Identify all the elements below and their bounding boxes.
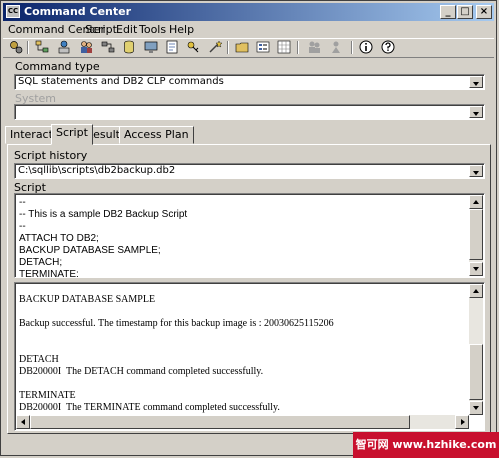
chevron-down-icon[interactable] [469, 165, 483, 177]
output-vertical-scrollbar[interactable] [469, 284, 483, 415]
toolbar-separator [297, 41, 299, 54]
scroll-thumb[interactable] [469, 209, 483, 260]
script-line: BACKUP DATABASE SAMPLE; [19, 245, 161, 256]
script-line: -- [19, 221, 26, 232]
watermark-badge: 智可网 www.hzhike.com [353, 432, 499, 458]
monitor-icon[interactable] [144, 40, 158, 54]
minimize-button[interactable]: _ [440, 5, 456, 19]
database-icon[interactable] [122, 40, 136, 54]
script-tab-panel: Script history C:\sqllib\scripts\db2back… [7, 144, 491, 434]
flow-icon[interactable] [101, 40, 115, 54]
menu-script[interactable]: Script [85, 23, 117, 36]
command-center-window: CC Command Center _ □ × Command Center S… [0, 0, 497, 456]
output-horizontal-scrollbar[interactable] [16, 415, 469, 429]
scroll-right-icon[interactable] [455, 415, 469, 429]
help-icon[interactable] [381, 40, 395, 54]
command-type-label: Command type [15, 60, 100, 73]
menu-tools[interactable]: Tools [139, 23, 166, 36]
maximize-button[interactable]: □ [457, 5, 473, 19]
output-line: BACKUP DATABASE SAMPLE [19, 294, 156, 305]
tab-access-plan[interactable]: Access Plan [119, 126, 194, 144]
system-select[interactable] [14, 104, 485, 120]
key-icon[interactable] [186, 40, 200, 54]
script-line: -- [19, 197, 26, 208]
scroll-up-icon[interactable] [469, 284, 483, 298]
scroll-left-icon[interactable] [16, 415, 30, 429]
output-line: DETACH [19, 354, 59, 365]
list-icon[interactable] [256, 40, 270, 54]
script-editor[interactable]: -- -- This is a sample DB2 Backup Script… [14, 193, 485, 278]
tree-icon[interactable] [35, 40, 49, 54]
script-line: TERMINATE; [19, 269, 79, 278]
chevron-down-icon[interactable] [469, 76, 483, 88]
output-line: DB20000I The TERMINATE command completed… [19, 402, 280, 413]
close-button[interactable]: × [476, 5, 492, 19]
script-history-label: Script history [14, 149, 88, 162]
toolbar-separator [227, 41, 229, 54]
folder-icon[interactable] [235, 40, 249, 54]
people-icon[interactable] [307, 40, 321, 54]
script-line: -- This is a sample DB2 Backup Script [19, 209, 188, 220]
script-history-select[interactable]: C:\sqllib\scripts\db2backup.db2 [14, 163, 485, 179]
users-icon[interactable] [79, 40, 93, 54]
command-type-select[interactable]: SQL statements and DB2 CLP commands [14, 74, 485, 90]
output-line: TERMINATE [19, 390, 76, 401]
wand-icon[interactable] [208, 40, 222, 54]
script-line: DETACH; [19, 257, 63, 268]
title-bar[interactable]: CC Command Center _ □ × [3, 3, 494, 21]
output-area[interactable]: BACKUP DATABASE SAMPLE Backup successful… [14, 282, 485, 431]
network-icon[interactable] [57, 40, 71, 54]
app-icon: CC [6, 5, 20, 18]
scroll-up-icon[interactable] [469, 195, 483, 209]
person-icon[interactable] [329, 40, 343, 54]
script-scrollbar[interactable] [469, 195, 483, 276]
script-line: ATTACH TO DB2; [19, 233, 99, 244]
grid-icon[interactable] [277, 40, 291, 54]
window-title: Command Center [24, 5, 132, 18]
journal-icon[interactable] [165, 40, 179, 54]
scroll-down-icon[interactable] [469, 262, 483, 276]
menu-help[interactable]: Help [169, 23, 194, 36]
toolbar [3, 38, 494, 58]
output-line: Backup successful. The timestamp for thi… [19, 318, 334, 329]
toolbar-separator [351, 41, 353, 54]
output-line: DB20000I The DETACH command completed su… [19, 366, 264, 377]
toolbar-separator [27, 41, 29, 54]
menu-edit[interactable]: Edit [116, 23, 137, 36]
tab-script[interactable]: Script [51, 124, 93, 145]
scroll-thumb[interactable] [30, 415, 410, 429]
command-type-value: SQL statements and DB2 CLP commands [18, 76, 224, 87]
scroll-thumb[interactable] [469, 344, 483, 400]
scroll-down-icon[interactable] [469, 401, 483, 415]
menu-bar: Command Center Script Edit Tools Help [3, 22, 494, 39]
chevron-down-icon[interactable] [469, 106, 483, 118]
info-icon[interactable] [359, 40, 373, 54]
tools-icon[interactable] [9, 40, 23, 54]
script-history-value: C:\sqllib\scripts\db2backup.db2 [18, 165, 176, 176]
